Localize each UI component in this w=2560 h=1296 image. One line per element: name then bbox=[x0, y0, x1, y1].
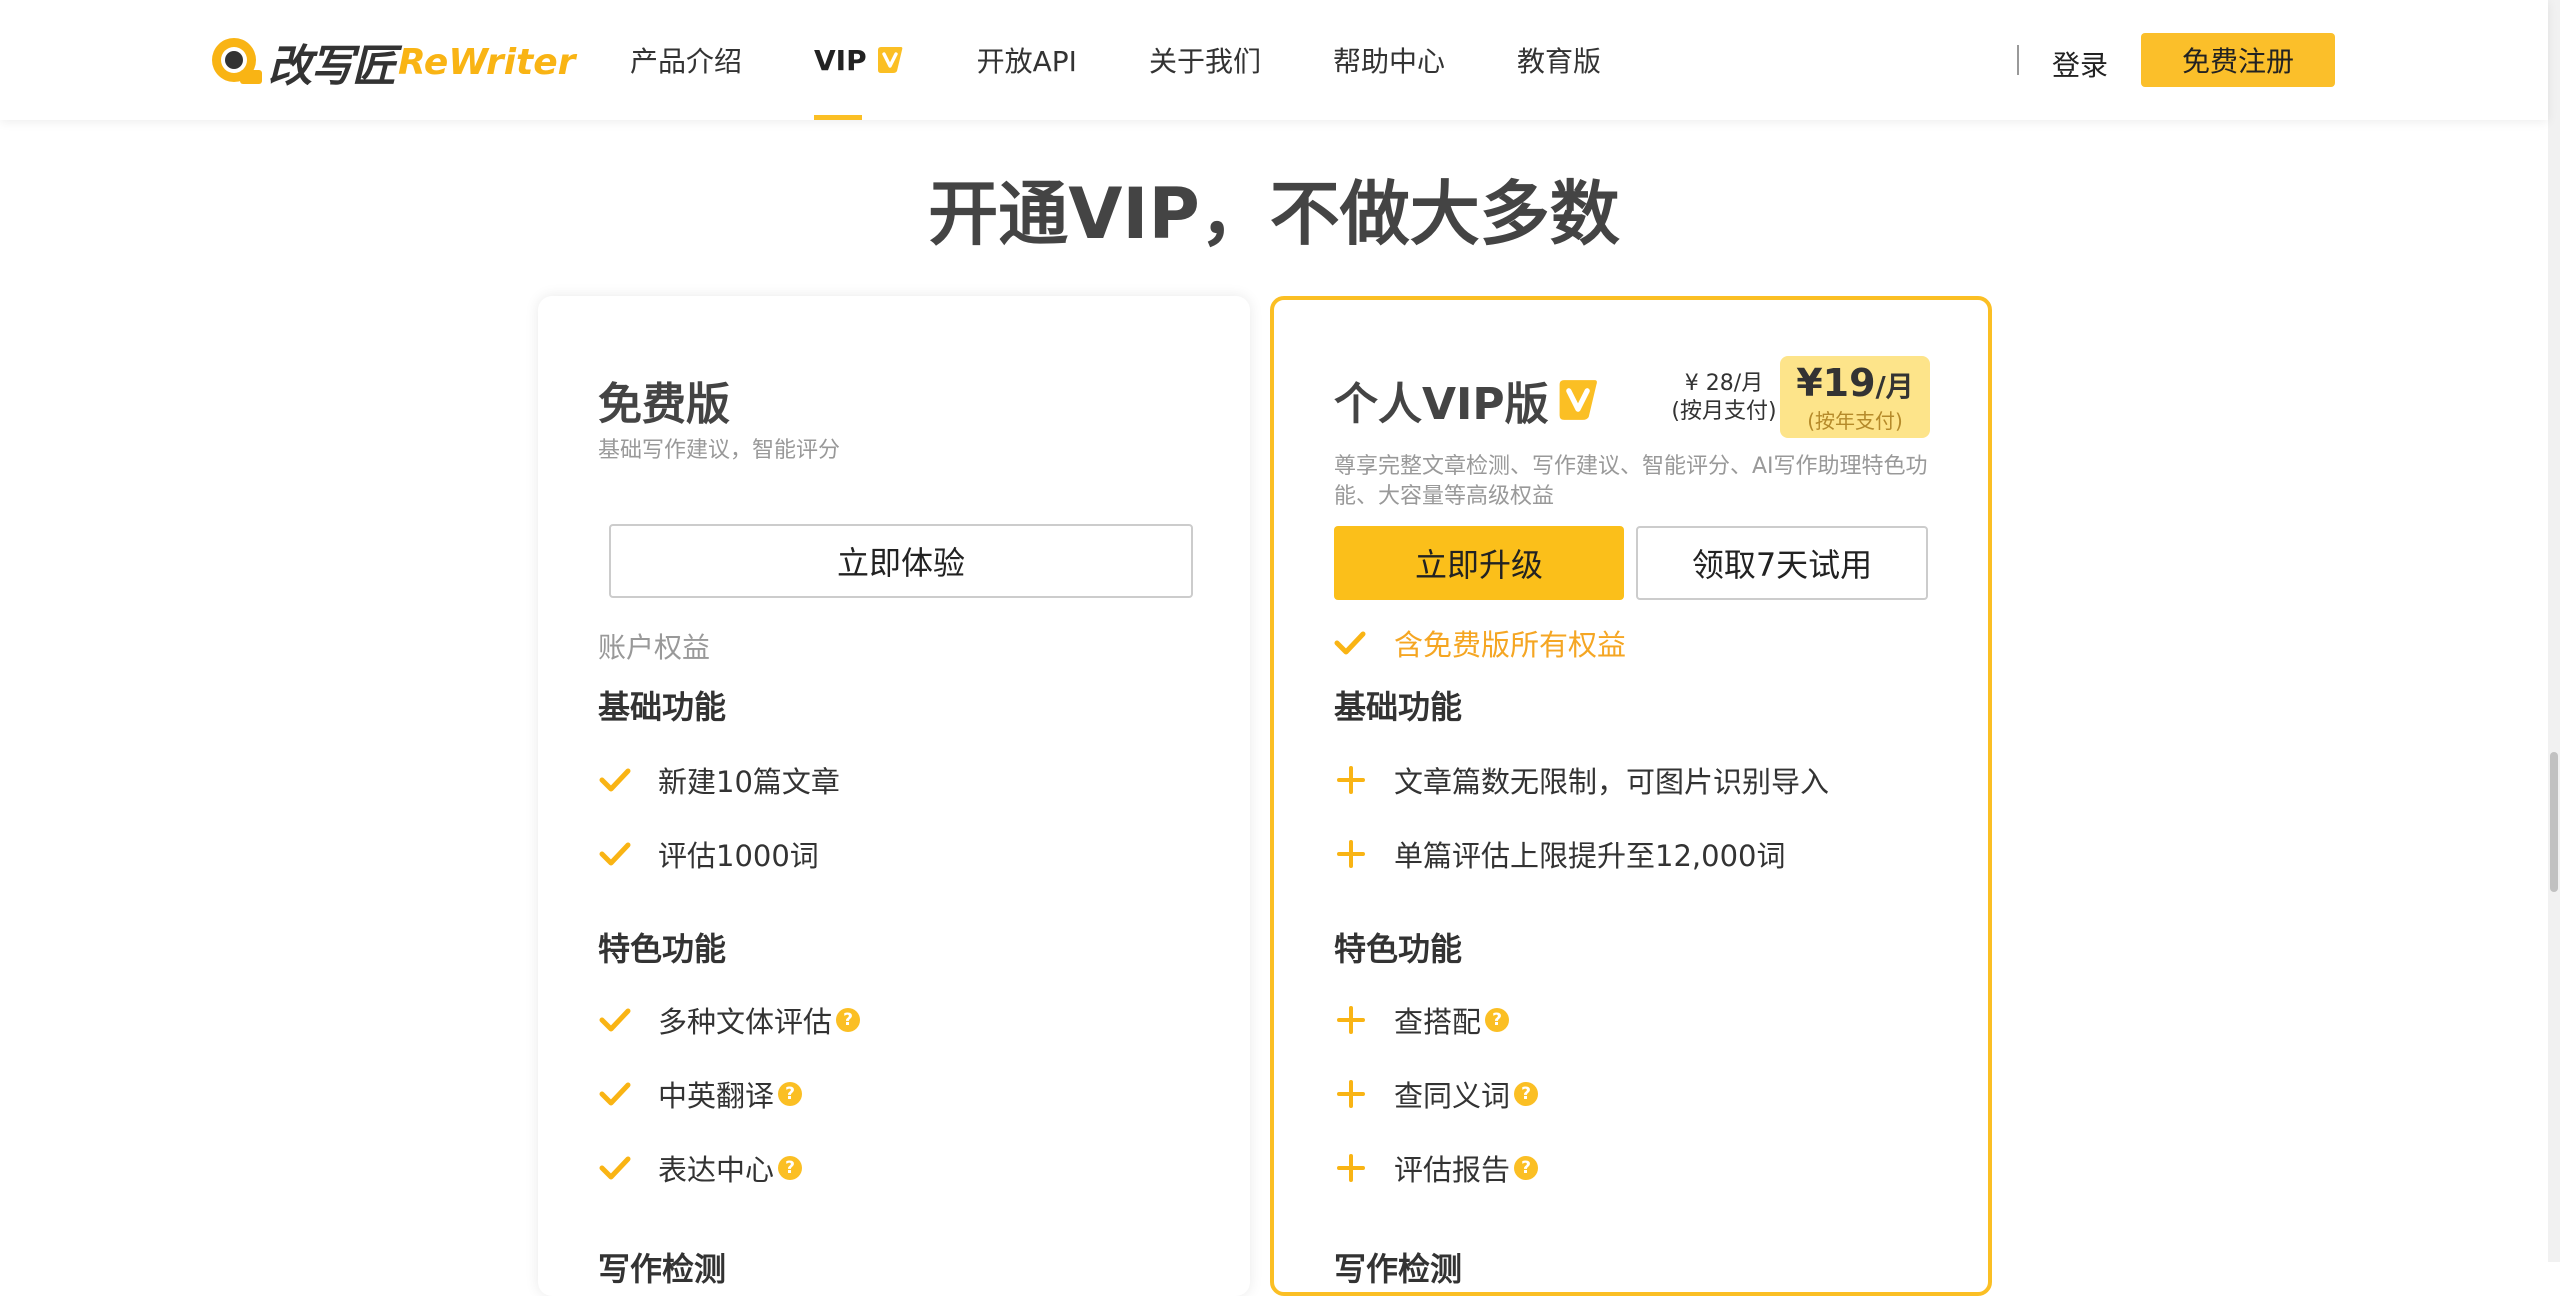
list-item: 单篇评估上限提升至12,000词 bbox=[1334, 834, 1785, 874]
list-item: 新建10篇文章 bbox=[598, 760, 840, 800]
check-icon bbox=[598, 1003, 632, 1037]
basic-features-heading: 基础功能 bbox=[598, 688, 727, 726]
plan-title-row: 个人VIP版 bbox=[1334, 368, 1601, 432]
plus-icon bbox=[1334, 763, 1368, 797]
plus-icon bbox=[1334, 1003, 1368, 1037]
header-divider bbox=[2017, 45, 2019, 75]
basic-features-heading: 基础功能 bbox=[1334, 688, 1463, 726]
plus-icon bbox=[1334, 1151, 1368, 1185]
feature-text: 表达中心 bbox=[658, 1153, 775, 1187]
nav-vip[interactable]: VIP bbox=[814, 0, 905, 120]
scrollbar-thumb[interactable] bbox=[2550, 752, 2558, 892]
feature-text: 单篇评估上限提升至12,000词 bbox=[1394, 839, 1786, 873]
register-button[interactable]: 免费注册 bbox=[2141, 33, 2335, 87]
plan-description-line: 能、大容量等高级权益 bbox=[1334, 484, 1555, 509]
list-item: 评估1000词 bbox=[598, 834, 819, 874]
nav-label: 教育版 bbox=[1516, 45, 1601, 78]
list-item: 表达中心 ? bbox=[598, 1148, 803, 1188]
free-plan-card: 免费版 基础写作建议，智能评分 立即体验 账户权益 基础功能 新建10篇文章 评… bbox=[538, 296, 1250, 1296]
logo-text-cn: 改写匠 bbox=[268, 41, 396, 92]
feature-text: 中英翻译 bbox=[658, 1079, 775, 1113]
help-icon[interactable]: ? bbox=[1485, 1008, 1510, 1032]
yearly-price-value: 19 bbox=[1822, 361, 1876, 405]
list-item: 查同义词 ? bbox=[1334, 1074, 1539, 1114]
price-unit: /月 bbox=[1875, 370, 1914, 403]
check-icon bbox=[598, 1077, 632, 1111]
plan-description-line: 尊享完整文章检测、写作建议、智能评分、AI写作助理特色功 bbox=[1334, 454, 1928, 479]
list-item: 文章篇数无限制，可图片识别导入 bbox=[1334, 760, 1829, 800]
page-title: 开通VIP，不做大多数 bbox=[928, 173, 1620, 255]
nav-label: VIP bbox=[814, 43, 867, 77]
special-features-heading: 特色功能 bbox=[598, 930, 727, 968]
feature-text: 查搭配 bbox=[1394, 1005, 1482, 1039]
vip-badge-icon bbox=[1559, 380, 1597, 420]
help-icon[interactable]: ? bbox=[1514, 1156, 1539, 1180]
feature-text: 文章篇数无限制，可图片识别导入 bbox=[1394, 765, 1830, 799]
help-icon[interactable]: ? bbox=[836, 1008, 861, 1032]
special-features-heading: 特色功能 bbox=[1334, 930, 1463, 968]
check-icon bbox=[598, 763, 632, 797]
feature-text: 多种文体评估 bbox=[658, 1005, 833, 1039]
rights-label: 账户权益 bbox=[598, 631, 711, 664]
plus-icon bbox=[1334, 837, 1368, 871]
nav-label: 产品介绍 bbox=[630, 45, 743, 78]
currency-symbol: ¥ bbox=[1796, 361, 1823, 405]
check-icon bbox=[598, 837, 632, 871]
upgrade-now-button[interactable]: 立即升级 bbox=[1334, 526, 1624, 600]
active-tab-indicator bbox=[814, 115, 863, 120]
main-nav: 产品介绍 VIP 开放API 关于我们 帮助中心 教育版 bbox=[630, 0, 1601, 120]
nav-help-center[interactable]: 帮助中心 bbox=[1333, 0, 1445, 120]
top-navbar: 改写匠 ReWriter 产品介绍 VIP 开放API 关于我们 帮助中心 教育… bbox=[0, 0, 2548, 120]
include-text: 含免费版所有权益 bbox=[1394, 628, 1627, 662]
list-item: 中英翻译 ? bbox=[598, 1074, 803, 1114]
vip-badge-icon bbox=[877, 47, 902, 73]
nav-label: 开放API bbox=[976, 45, 1077, 78]
help-icon[interactable]: ? bbox=[778, 1156, 803, 1180]
list-item: 多种文体评估 ? bbox=[598, 1000, 861, 1040]
scrollbar-track[interactable] bbox=[2548, 0, 2560, 1262]
nav-education[interactable]: 教育版 bbox=[1517, 0, 1601, 120]
check-icon bbox=[598, 1151, 632, 1185]
try-now-button[interactable]: 立即体验 bbox=[609, 524, 1193, 598]
nav-open-api[interactable]: 开放API bbox=[977, 0, 1077, 120]
list-item: 查搭配 ? bbox=[1334, 1000, 1510, 1040]
feature-text: 评估报告 bbox=[1394, 1153, 1511, 1187]
login-link[interactable]: 登录 bbox=[2052, 44, 2108, 84]
plan-title: 个人VIP版 bbox=[1334, 379, 1549, 430]
free-trial-button[interactable]: 领取7天试用 bbox=[1636, 526, 1928, 600]
list-item: 评估报告 ? bbox=[1334, 1148, 1539, 1188]
yearly-price: ¥19/月 bbox=[1780, 360, 1930, 410]
logo-text-en: ReWriter bbox=[398, 41, 576, 83]
plus-icon bbox=[1334, 1077, 1368, 1111]
plan-description: 基础写作建议，智能评分 bbox=[598, 438, 841, 463]
help-icon[interactable]: ? bbox=[778, 1082, 803, 1106]
feature-text: 新建10篇文章 bbox=[658, 765, 840, 799]
vip-plan-card: 个人VIP版 ¥ 28/月 (按月支付) ¥19/月 (按年支付) 尊享完整文章… bbox=[1270, 296, 1992, 1296]
feature-text: 查同义词 bbox=[1394, 1079, 1511, 1113]
yearly-price-note: (按年支付) bbox=[1807, 409, 1903, 433]
yearly-price-box: ¥19/月 (按年支付) bbox=[1780, 356, 1930, 438]
plan-title: 免费版 bbox=[598, 379, 730, 430]
logo-icon bbox=[212, 38, 262, 84]
writing-check-heading: 写作检测 bbox=[598, 1250, 727, 1288]
nav-label: 关于我们 bbox=[1148, 45, 1261, 78]
nav-label: 帮助中心 bbox=[1332, 45, 1445, 78]
include-free-rights: 含免费版所有权益 bbox=[1334, 622, 1626, 664]
help-icon[interactable]: ? bbox=[1514, 1082, 1539, 1106]
plan-description: 尊享完整文章检测、写作建议、智能评分、AI写作助理特色功 能、大容量等高级权益 bbox=[1334, 452, 1944, 512]
feature-text: 评估1000词 bbox=[658, 839, 819, 873]
nav-product-intro[interactable]: 产品介绍 bbox=[630, 0, 742, 120]
check-icon bbox=[1334, 626, 1368, 660]
nav-about-us[interactable]: 关于我们 bbox=[1149, 0, 1261, 120]
writing-check-heading: 写作检测 bbox=[1334, 1250, 1463, 1288]
logo[interactable]: 改写匠 ReWriter bbox=[210, 32, 575, 92]
